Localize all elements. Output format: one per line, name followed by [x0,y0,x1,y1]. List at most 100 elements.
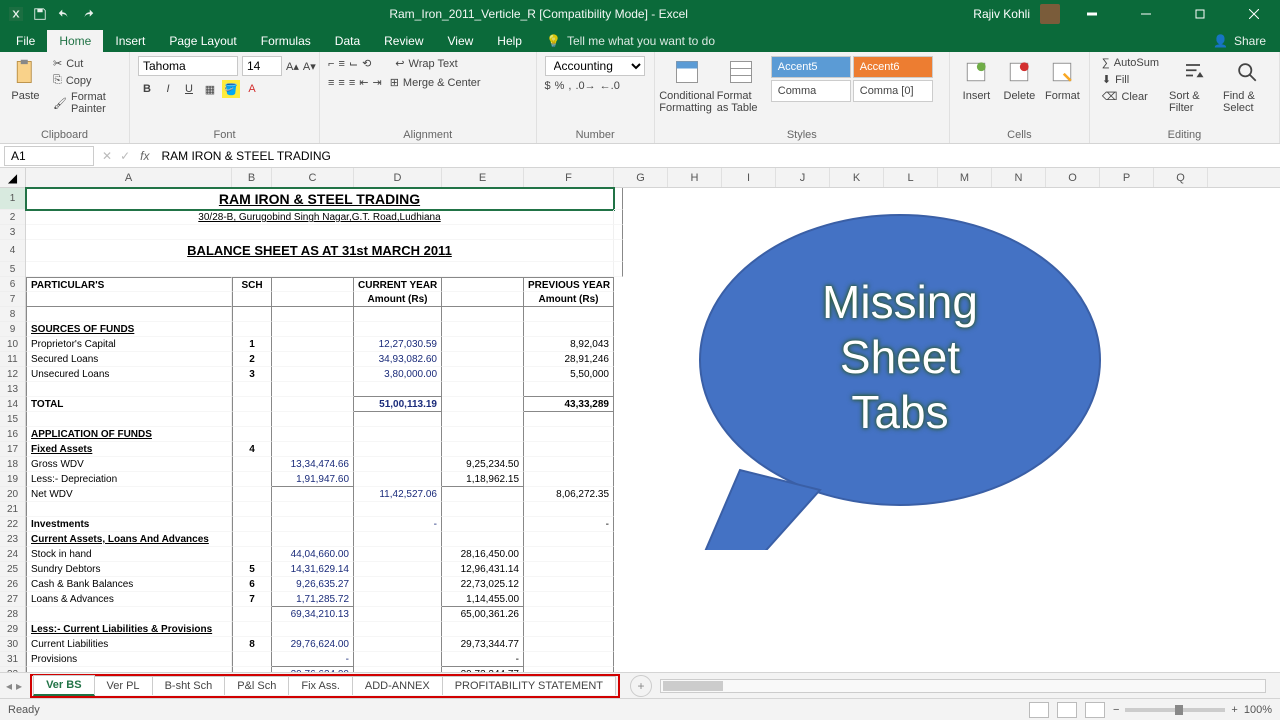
avatar[interactable] [1040,4,1060,24]
col-header[interactable]: O [1046,168,1100,187]
format-table-button[interactable]: Format as Table [717,56,765,114]
bold-button[interactable]: B [138,80,156,98]
align-left-icon[interactable]: ≡ [328,77,334,89]
sheet-tab[interactable]: B-sht Sch [152,676,226,695]
align-bottom-icon[interactable]: ⌙ [349,57,358,70]
tab-insert[interactable]: Insert [103,30,157,52]
format-cells-button[interactable]: Format [1044,56,1081,102]
font-size[interactable] [242,56,282,76]
tab-view[interactable]: View [436,30,486,52]
cell-bs-title[interactable]: BALANCE SHEET AS AT 31st MARCH 2011 [26,240,614,262]
sheet-tab[interactable]: P&l Sch [224,676,289,695]
copy-button[interactable]: ⎘Copy [49,73,121,88]
ribbon-options-icon[interactable] [1070,0,1114,28]
increase-font-icon[interactable]: A▴ [286,60,299,73]
cell-title[interactable]: RAM IRON & STEEL TRADING [26,188,614,210]
style-comma0[interactable]: Comma [0] [853,80,933,102]
share-button[interactable]: 👤Share [1199,30,1280,52]
sheet-tab[interactable]: PROFITABILITY STATEMENT [442,676,616,695]
cancel-icon[interactable]: ✕ [98,149,116,163]
format-painter-button[interactable]: 🖌Format Painter [49,90,121,116]
cells-area[interactable]: RAM IRON & STEEL TRADING 30/28-B, Gurugo… [26,188,623,672]
row-headers[interactable]: 1234567891011121314151617181920212223242… [0,188,26,672]
sheet-tab[interactable]: Ver PL [94,676,153,695]
percent-icon[interactable]: % [555,80,565,92]
col-header[interactable]: N [992,168,1046,187]
style-accent5[interactable]: Accent5 [771,56,851,78]
minimize-button[interactable] [1124,0,1168,28]
clear-button[interactable]: ⌫Clear [1098,89,1163,104]
col-header[interactable]: P [1100,168,1154,187]
undo-icon[interactable] [56,6,72,22]
fx-icon[interactable]: fx [134,149,155,163]
tab-review[interactable]: Review [372,30,435,52]
wrap-text-button[interactable]: ↩Wrap Text [391,56,461,71]
zoom-level[interactable]: 100% [1244,704,1272,716]
maximize-button[interactable] [1178,0,1222,28]
autosum-button[interactable]: ∑AutoSum [1098,56,1163,70]
sheet-tab[interactable]: ADD-ANNEX [352,676,443,695]
number-format-select[interactable]: Accounting [545,56,645,76]
comma-icon[interactable]: , [568,80,571,92]
cut-button[interactable]: ✂Cut [49,56,121,71]
save-icon[interactable] [32,6,48,22]
col-header[interactable]: G [614,168,668,187]
font-color-button[interactable]: A [243,80,261,98]
merge-center-button[interactable]: ⊞Merge & Center [386,75,485,90]
view-normal-icon[interactable] [1029,702,1049,718]
zoom-in-icon[interactable]: + [1231,704,1237,716]
col-header[interactable]: Q [1154,168,1208,187]
decrease-decimal-icon[interactable]: ←.0 [600,80,620,92]
style-comma[interactable]: Comma [771,80,851,102]
tab-help[interactable]: Help [485,30,534,52]
find-select-button[interactable]: Find & Select [1223,56,1271,114]
col-header[interactable]: E [442,168,524,187]
indent-increase-icon[interactable]: ⇥ [372,76,381,89]
sort-filter-button[interactable]: Sort & Filter [1169,56,1217,114]
italic-button[interactable]: I [159,80,177,98]
enter-icon[interactable]: ✓ [116,149,134,163]
tab-data[interactable]: Data [323,30,372,52]
sheet-tab[interactable]: Ver BS [33,675,94,696]
view-page-break-icon[interactable] [1085,702,1105,718]
col-header[interactable]: M [938,168,992,187]
col-header[interactable]: H [668,168,722,187]
indent-decrease-icon[interactable]: ⇤ [359,76,368,89]
tell-me[interactable]: 💡Tell me what you want to do [534,30,727,52]
horizontal-scrollbar[interactable] [660,679,1266,693]
style-accent6[interactable]: Accent6 [853,56,933,78]
align-center-icon[interactable]: ≡ [338,77,344,89]
decrease-font-icon[interactable]: A▾ [303,60,316,73]
font-name[interactable] [138,56,238,76]
conditional-formatting-button[interactable]: Conditional Formatting [663,56,711,114]
col-header[interactable]: L [884,168,938,187]
align-top-icon[interactable]: ⌐ [328,58,334,70]
underline-button[interactable]: U [180,80,198,98]
tab-file[interactable]: File [4,30,47,52]
sheet-tab[interactable]: Fix Ass. [288,676,353,695]
fill-color-button[interactable]: 🪣 [222,80,240,98]
col-header[interactable]: A [26,168,232,187]
fill-button[interactable]: ⬇Fill [1098,72,1163,87]
view-page-layout-icon[interactable] [1057,702,1077,718]
col-header[interactable]: D [354,168,442,187]
close-button[interactable] [1232,0,1276,28]
col-header[interactable]: I [722,168,776,187]
formula-input[interactable] [155,147,1280,165]
increase-decimal-icon[interactable]: .0→ [575,80,595,92]
tab-nav-first-icon[interactable]: ◂ [6,679,12,693]
select-all-corner[interactable]: ◢ [0,168,26,187]
col-header[interactable]: K [830,168,884,187]
delete-cells-button[interactable]: Delete [1001,56,1038,102]
align-right-icon[interactable]: ≡ [349,77,355,89]
col-header[interactable]: C [272,168,354,187]
orientation-icon[interactable]: ⟲ [362,57,371,70]
insert-cells-button[interactable]: Insert [958,56,995,102]
tab-page-layout[interactable]: Page Layout [157,30,248,52]
zoom-out-icon[interactable]: − [1113,704,1119,716]
name-box[interactable] [4,146,94,166]
col-header[interactable]: B [232,168,272,187]
currency-icon[interactable]: $ [545,80,551,92]
zoom-slider[interactable] [1125,708,1225,712]
redo-icon[interactable] [80,6,96,22]
